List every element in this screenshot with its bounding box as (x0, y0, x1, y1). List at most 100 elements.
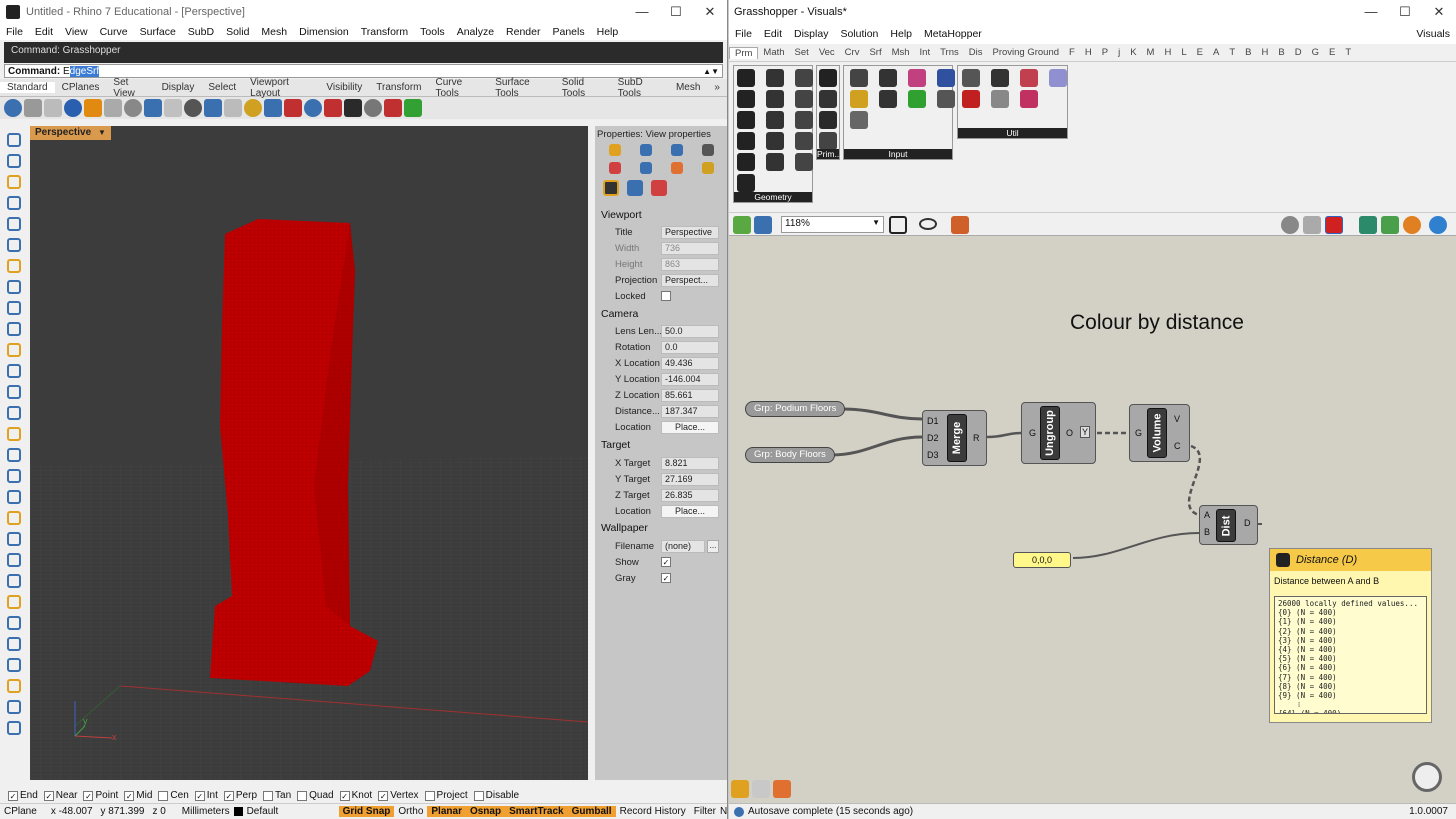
properties-tab-8-icon[interactable] (702, 162, 714, 174)
left-tool-13-icon[interactable] (7, 385, 21, 399)
locked-checkbox[interactable] (661, 291, 671, 301)
gh-menu-display[interactable]: Display (788, 28, 834, 40)
maximize-button[interactable]: ☐ (659, 4, 693, 20)
projection-select[interactable]: Perspect... (661, 273, 719, 287)
osnap-vertex[interactable]: ✓ Vertex (378, 790, 419, 801)
left-tool-10-icon[interactable] (7, 322, 21, 336)
osnap-mid-checkbox[interactable]: ✓ (124, 790, 135, 801)
gh-tab-5[interactable]: Srf (864, 47, 886, 58)
osnap-cen-checkbox[interactable] (158, 790, 169, 801)
gh-tab-9[interactable]: Dis (964, 47, 988, 58)
primitive-param-2-icon[interactable] (819, 90, 837, 108)
toolbar-tool-17-icon[interactable] (324, 99, 342, 117)
left-tool-18-icon[interactable] (7, 490, 21, 504)
ungroup-y[interactable]: Y (1080, 426, 1091, 438)
toolbar-tool-3-icon[interactable] (44, 99, 62, 117)
body-floors-param[interactable]: Grp: Body Floors (745, 447, 835, 463)
left-tool-8-icon[interactable] (7, 280, 21, 294)
toolbar-tool-12-icon[interactable] (224, 99, 242, 117)
toolbar-tool-19-icon[interactable] (364, 99, 382, 117)
toolbar-tool-4-icon[interactable] (64, 99, 82, 117)
osnap-perp[interactable]: ✓ Perp (223, 790, 257, 801)
osnap-near-checkbox[interactable]: ✓ (43, 790, 54, 801)
xtarget-field[interactable]: 8.821 (661, 456, 719, 470)
widget-2-icon[interactable] (752, 780, 770, 798)
util-param-3-icon[interactable] (1020, 69, 1038, 87)
gh-tab-16[interactable]: M (1142, 47, 1160, 58)
units-label[interactable]: Millimeters (178, 806, 234, 817)
origin-point-panel[interactable]: 0,0,0 (1013, 552, 1071, 568)
merge-component[interactable]: D1 D2 D3 Merge R (922, 410, 987, 466)
planar-toggle[interactable]: Planar (427, 806, 466, 817)
gh-tab-0[interactable]: Prm (729, 46, 759, 59)
close-button[interactable]: ✕ (693, 4, 727, 20)
geometry-param-4-icon[interactable] (737, 90, 755, 108)
geometry-param-8-icon[interactable] (766, 111, 784, 129)
gh-menu-help[interactable]: Help (884, 28, 918, 40)
geometry-param-16-icon[interactable] (737, 174, 755, 192)
tab-mesh[interactable]: Mesh (669, 82, 707, 93)
ungroup-g[interactable]: G (1029, 428, 1036, 438)
input-param-5-icon[interactable] (850, 90, 868, 108)
camera-place-button[interactable]: Place... (661, 420, 719, 434)
gh-tab-1[interactable]: Math (758, 47, 789, 58)
gh-tab-13[interactable]: P (1097, 47, 1113, 58)
left-tool-22-icon[interactable] (7, 574, 21, 588)
gh-menu-solution[interactable]: Solution (834, 28, 884, 40)
toolbar-tool-13-icon[interactable] (244, 99, 262, 117)
bake-icon-3[interactable] (1403, 216, 1421, 234)
input-param-6-icon[interactable] (879, 90, 897, 108)
tab-visibility[interactable]: Visibility (319, 82, 369, 93)
menu-help[interactable]: Help (591, 26, 625, 38)
gh-tab-12[interactable]: H (1080, 47, 1097, 58)
volume-component[interactable]: G Volume V C (1129, 404, 1190, 462)
menu-tools[interactable]: Tools (414, 26, 451, 38)
left-tool-26-icon[interactable] (7, 658, 21, 672)
left-tool-20-icon[interactable] (7, 532, 21, 546)
widget-1-icon[interactable] (731, 780, 749, 798)
primitive-param-1-icon[interactable] (819, 69, 837, 87)
osnap-end[interactable]: ✓ End (8, 790, 38, 801)
tab-standard[interactable]: Standard (0, 82, 55, 93)
left-tool-27-icon[interactable] (7, 679, 21, 693)
ztarget-field[interactable]: 26.835 (661, 488, 719, 502)
tab-surface-tools[interactable]: Surface Tools (488, 77, 555, 99)
gh-tab-23[interactable]: H (1256, 47, 1273, 58)
tab-display[interactable]: Display (155, 82, 202, 93)
properties-tab-4-icon[interactable] (702, 144, 714, 156)
filename-field[interactable]: (none) (661, 539, 705, 553)
dist-a[interactable]: A (1204, 510, 1210, 520)
properties-tab-3-icon[interactable] (671, 144, 683, 156)
geometry-param-9-icon[interactable] (795, 111, 813, 129)
left-tool-5-icon[interactable] (7, 217, 21, 231)
properties-tab-10-icon[interactable] (627, 180, 643, 196)
volume-v[interactable]: V (1174, 414, 1180, 424)
grid-snap-toggle[interactable]: Grid Snap (338, 806, 395, 817)
toolbar-tool-6-icon[interactable] (104, 99, 122, 117)
merge-d2[interactable]: D2 (927, 433, 939, 443)
rotation-field[interactable]: 0.0 (661, 340, 719, 354)
menu-curve[interactable]: Curve (94, 26, 134, 38)
osnap-knot[interactable]: ✓ Knot (339, 790, 372, 801)
menu-surface[interactable]: Surface (134, 26, 182, 38)
left-tool-17-icon[interactable] (7, 469, 21, 483)
gh-tab-6[interactable]: Msh (887, 47, 915, 58)
podium-floors-param[interactable]: Grp: Podium Floors (745, 401, 846, 417)
gh-tab-24[interactable]: B (1273, 47, 1289, 58)
osnap-vertex-checkbox[interactable]: ✓ (378, 790, 389, 801)
left-tool-7-icon[interactable] (7, 259, 21, 273)
osnap-int[interactable]: ✓ Int (194, 790, 218, 801)
osnap-tan[interactable]: Tan (263, 790, 291, 801)
geometry-param-3-icon[interactable] (795, 69, 813, 87)
left-tool-21-icon[interactable] (7, 553, 21, 567)
util-param-5-icon[interactable] (962, 90, 980, 108)
properties-tab-11-icon[interactable] (651, 180, 667, 196)
util-param-2-icon[interactable] (991, 69, 1009, 87)
properties-tab-1-icon[interactable] (609, 144, 621, 156)
tabs-overflow-icon[interactable]: » (707, 82, 727, 93)
left-tool-1-icon[interactable] (7, 133, 21, 147)
gh-tab-27[interactable]: E (1324, 47, 1340, 58)
smarttrack-toggle[interactable]: SmartTrack (505, 806, 568, 817)
osnap-cen[interactable]: Cen (158, 790, 189, 801)
osnap-point-checkbox[interactable]: ✓ (83, 790, 94, 801)
